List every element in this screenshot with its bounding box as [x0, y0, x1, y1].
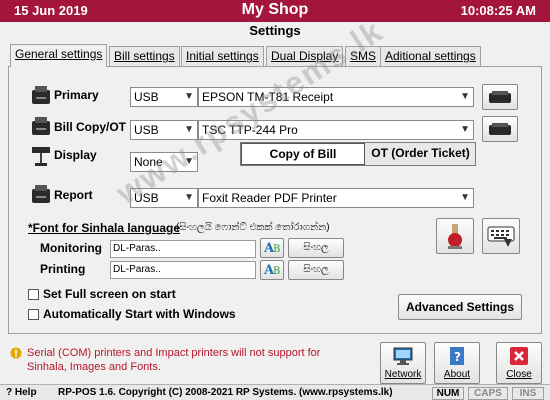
printer-icon: [32, 185, 50, 203]
printing-label: Printing: [40, 262, 86, 276]
svg-text:B: B: [273, 244, 280, 255]
sinhala-font-heading-sinhala: (සිංහලයි ෆොන්ට් එකක් තෝරාගන්න): [176, 222, 330, 233]
status-bar: ? Help RP-POS 1.6. Copyright (C) 2008-20…: [0, 384, 550, 400]
keyboard-icon: [487, 226, 515, 247]
bill-copy-label: Bill Copy/OT: [54, 120, 126, 134]
info-icon: ?: [450, 347, 464, 365]
tab-initial-settings[interactable]: Initial settings: [181, 46, 264, 66]
auto-start-checkbox[interactable]: [28, 309, 39, 320]
copyright-text: RP-POS 1.6. Copyright (C) 2008-2021 RP S…: [58, 387, 393, 398]
tab-bill-settings[interactable]: Bill settings: [109, 46, 180, 66]
display-label: Display: [54, 148, 97, 162]
close-button[interactable]: Close: [496, 342, 542, 384]
auto-start-label: Automatically Start with Windows: [43, 307, 236, 321]
ot-option[interactable]: OT (Order Ticket): [366, 143, 475, 165]
printer-icon: [32, 86, 50, 104]
help-key-hint: ? Help: [6, 387, 37, 398]
sinhala-warning-text: Serial (COM) printers and Impact printer…: [27, 347, 321, 373]
num-lock-indicator: NUM: [432, 387, 464, 400]
warning-icon: [10, 347, 22, 359]
printer-icon: [32, 117, 50, 135]
primary-printer-button[interactable]: [482, 84, 518, 110]
svg-text:B: B: [273, 266, 280, 277]
printing-font-field[interactable]: DL-Paras..: [110, 261, 256, 279]
sinhala-font-heading: *Font for Sinhala language: [28, 221, 181, 235]
cash-drawer-icon: [448, 224, 462, 249]
monitoring-font-sample[interactable]: සිංහල: [288, 238, 344, 258]
keyboard-button[interactable]: [482, 218, 520, 254]
copy-of-bill-option[interactable]: Copy of Bill: [241, 143, 365, 165]
time-display: 10:08:25 AM: [460, 3, 536, 18]
chevron-down-icon: ▼: [460, 192, 470, 203]
tab-aditional-settings[interactable]: Aditional settings: [380, 46, 481, 66]
chevron-down-icon: ▼: [184, 91, 194, 102]
svg-text:?: ?: [454, 350, 461, 364]
chevron-down-icon: ▼: [460, 91, 470, 102]
about-button[interactable]: ? About: [434, 342, 480, 384]
chevron-down-icon: ▼: [460, 124, 470, 135]
report-label: Report: [54, 188, 93, 202]
close-icon: [510, 347, 528, 365]
printer-icon: [489, 123, 511, 135]
advanced-settings-button[interactable]: Advanced Settings: [398, 294, 522, 320]
network-button[interactable]: Network: [380, 342, 426, 384]
full-screen-checkbox[interactable]: [28, 289, 39, 300]
primary-port-select[interactable]: USB ▼: [130, 87, 198, 107]
caps-lock-indicator: CAPS: [468, 387, 508, 400]
primary-label: Primary: [54, 88, 99, 102]
cash-drawer-button[interactable]: [436, 218, 474, 254]
monitoring-font-picker-button[interactable]: AB: [260, 238, 284, 258]
insert-indicator: INS: [512, 387, 544, 400]
tab-general-settings[interactable]: General settings: [10, 44, 108, 67]
window-title: Settings: [249, 23, 301, 38]
printer-icon: [489, 91, 511, 103]
date-display: 15 Jun 2019: [14, 3, 88, 18]
network-icon: [393, 347, 413, 365]
font-icon: AB: [263, 241, 280, 256]
report-printer-select[interactable]: Foxit Reader PDF Printer ▼: [198, 188, 474, 208]
title-bar: My Shop 15 Jun 2019 10:08:25 AM: [0, 0, 550, 22]
printing-font-sample[interactable]: සිංහල: [288, 260, 344, 280]
monitoring-label: Monitoring: [40, 241, 102, 255]
chevron-down-icon: ▼: [184, 192, 194, 203]
printing-font-picker-button[interactable]: AB: [260, 260, 284, 280]
monitoring-font-field[interactable]: DL-Paras..: [110, 240, 256, 258]
full-screen-label: Set Full screen on start: [43, 287, 176, 301]
font-icon: AB: [263, 263, 280, 278]
bill-copy-printer-button[interactable]: [482, 116, 518, 142]
customer-display-icon: [32, 147, 50, 166]
